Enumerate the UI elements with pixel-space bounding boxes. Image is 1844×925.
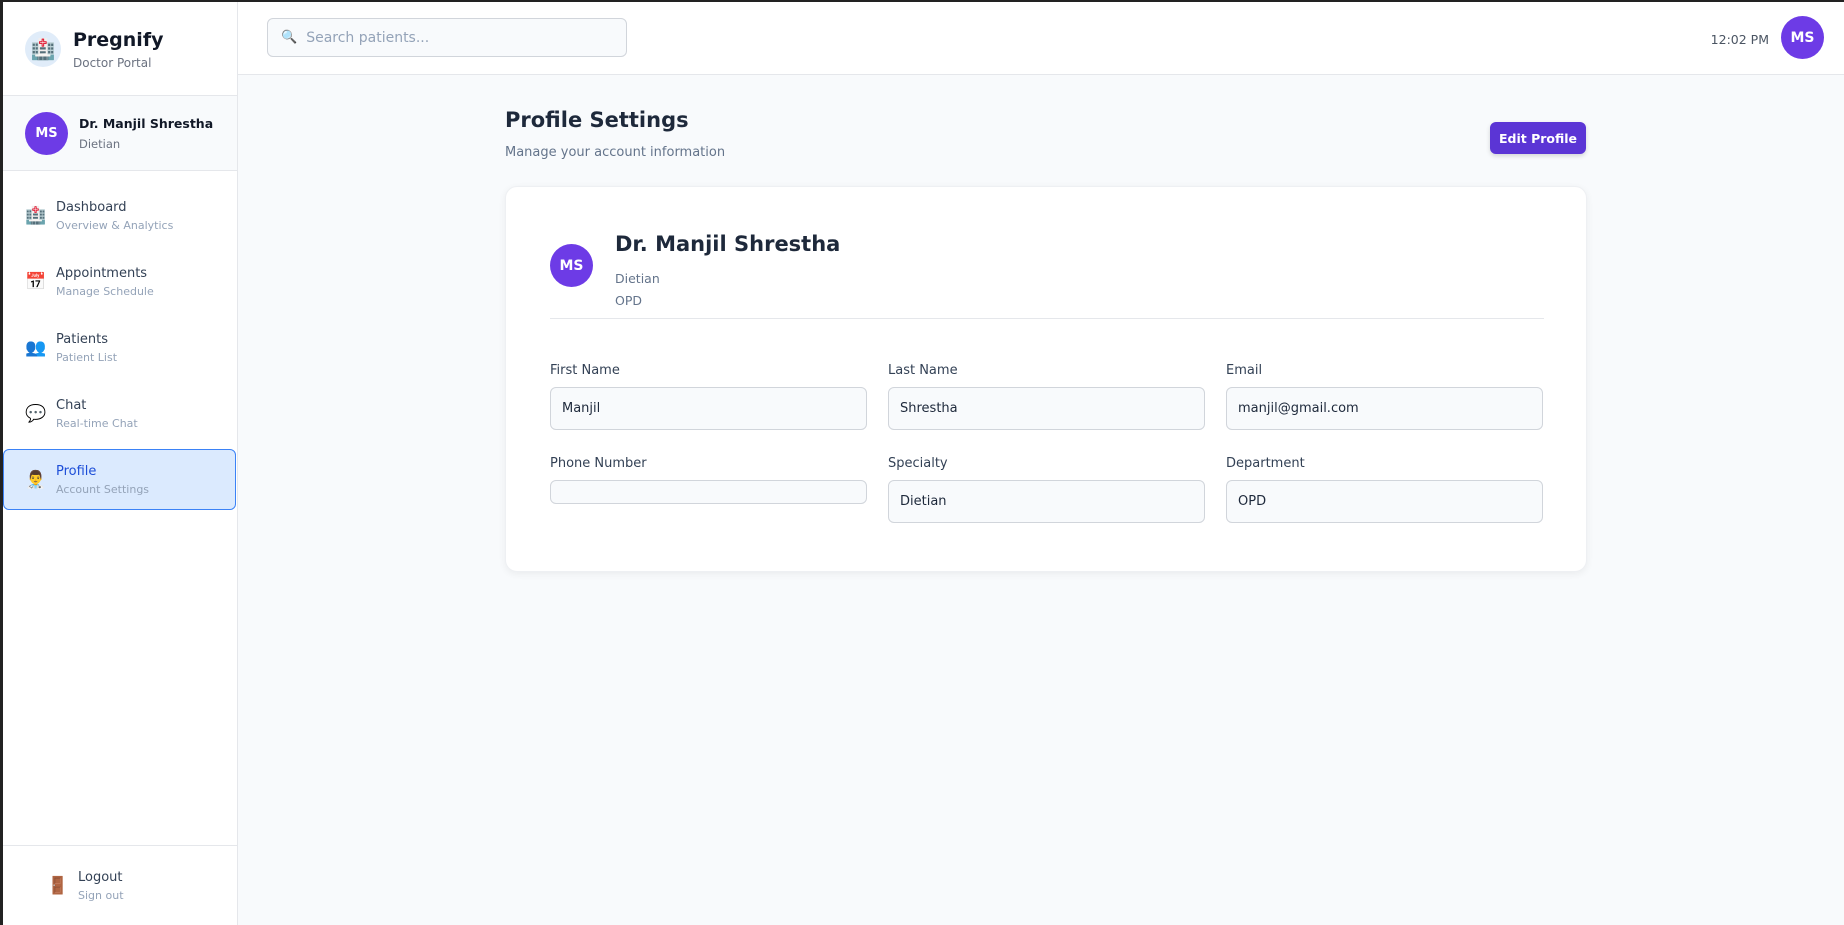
sidebar-item-sublabel: Overview & Analytics <box>56 218 174 232</box>
calendar-icon: 📅 <box>25 271 47 292</box>
search-icon: 🔍 <box>281 30 298 45</box>
sidebar-item-label: Profile <box>56 463 97 479</box>
users-icon: 👥 <box>25 337 47 358</box>
hospital-icon: 🏥 <box>25 205 47 226</box>
avatar: MS <box>25 111 68 155</box>
department-field[interactable] <box>1226 480 1543 523</box>
profile-role: Dietian <box>615 271 660 286</box>
logout-sublabel: Sign out <box>78 888 124 902</box>
specialty-field[interactable] <box>888 480 1205 523</box>
profile-name: Dr. Manjil Shrestha <box>615 232 841 256</box>
sidebar-item-sublabel: Real-time Chat <box>56 416 138 430</box>
user-name: Dr. Manjil Shrestha <box>79 115 214 131</box>
last-name-field[interactable] <box>888 387 1205 430</box>
header-avatar[interactable]: MS <box>1781 16 1824 59</box>
email-group: Email <box>1226 363 1543 430</box>
sidebar-user-card: MS Dr. Manjil Shrestha Dietian <box>3 96 237 171</box>
page-title: Profile Settings <box>505 108 689 132</box>
sidebar-item-appointments[interactable]: 📅 Appointments Manage Schedule <box>3 251 236 312</box>
chat-icon: 💬 <box>25 403 47 424</box>
profile-header: MS Dr. Manjil Shrestha Dietian OPD <box>550 232 1544 319</box>
page-subtitle: Manage your account information <box>505 145 726 160</box>
brand-name: Pregnify <box>73 28 164 51</box>
sidebar-item-chat[interactable]: 💬 Chat Real-time Chat <box>3 383 236 444</box>
first-name-field[interactable] <box>550 387 867 430</box>
email-label: Email <box>1226 363 1263 378</box>
hospital-icon: 🏥 <box>25 30 61 67</box>
last-name-group: Last Name <box>888 363 1205 430</box>
first-name-label: First Name <box>550 363 620 378</box>
profile-department: OPD <box>615 293 643 308</box>
specialty-group: Specialty <box>888 456 1205 523</box>
top-header: 🔍 12:02 PM MS <box>238 2 1844 75</box>
first-name-group: First Name <box>550 363 867 430</box>
sidebar-nav: 🏥 Dashboard Overview & Analytics 📅 Appoi… <box>3 171 237 510</box>
profile-avatar: MS <box>550 244 593 287</box>
department-group: Department <box>1226 456 1543 523</box>
department-label: Department <box>1226 456 1305 471</box>
logout-label: Logout <box>78 869 123 885</box>
phone-label: Phone Number <box>550 456 647 471</box>
door-icon: 🚪 <box>47 875 69 896</box>
sidebar-item-profile[interactable]: 👨‍⚕️ Profile Account Settings <box>3 449 236 510</box>
edit-profile-button[interactable]: Edit Profile <box>1490 122 1586 154</box>
phone-group: Phone Number <box>550 456 867 504</box>
user-role: Dietian <box>79 136 121 151</box>
specialty-label: Specialty <box>888 456 948 471</box>
profile-card: MS Dr. Manjil Shrestha Dietian OPD First… <box>505 186 1587 572</box>
sidebar-item-sublabel: Account Settings <box>56 482 150 496</box>
sidebar-item-sublabel: Patient List <box>56 350 118 364</box>
sidebar-item-label: Patients <box>56 331 109 347</box>
last-name-label: Last Name <box>888 363 958 378</box>
clock-time: 12:02 PM <box>1710 32 1769 47</box>
search-box[interactable]: 🔍 <box>267 18 627 57</box>
sidebar-item-label: Dashboard <box>56 199 127 215</box>
sidebar: 🏥 Pregnify Doctor Portal MS Dr. Manjil S… <box>3 2 238 925</box>
sidebar-item-dashboard[interactable]: 🏥 Dashboard Overview & Analytics <box>3 185 236 246</box>
sidebar-item-patients[interactable]: 👥 Patients Patient List <box>3 317 236 378</box>
search-input[interactable] <box>306 29 607 46</box>
brand-subtitle: Doctor Portal <box>73 55 152 70</box>
doctor-icon: 👨‍⚕️ <box>25 469 47 490</box>
sidebar-item-label: Chat <box>56 397 87 413</box>
brand: 🏥 Pregnify Doctor Portal <box>3 2 237 96</box>
sidebar-item-sublabel: Manage Schedule <box>56 284 154 298</box>
email-field[interactable] <box>1226 387 1543 430</box>
sidebar-item-label: Appointments <box>56 265 148 281</box>
logout-button[interactable]: 🚪 Logout Sign out <box>3 845 237 925</box>
phone-field[interactable] <box>550 480 867 504</box>
